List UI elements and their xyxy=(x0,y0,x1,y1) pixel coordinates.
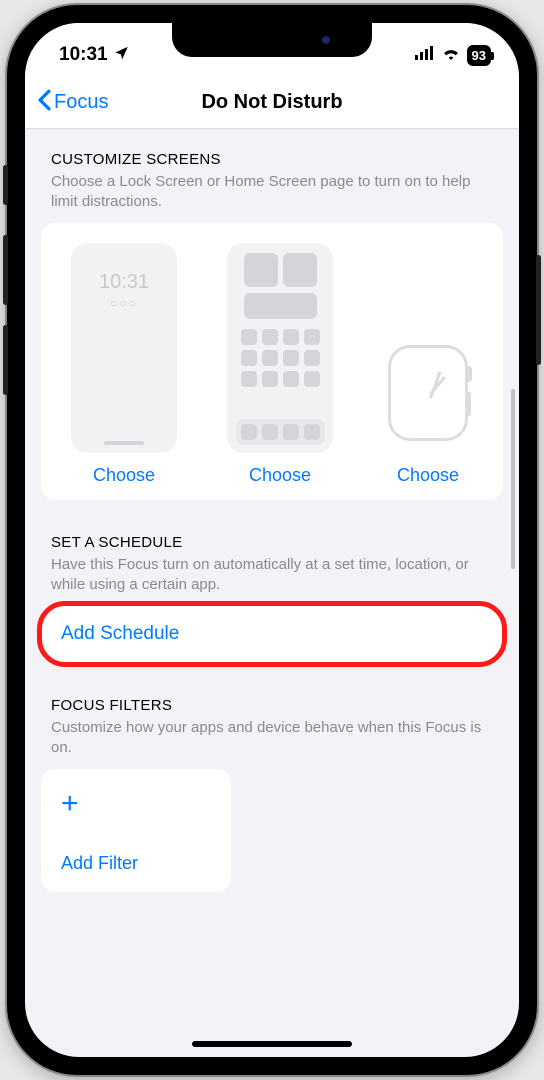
plus-icon: + xyxy=(61,789,211,819)
cellular-signal-icon xyxy=(415,46,435,65)
scroll-indicator[interactable] xyxy=(511,389,515,569)
back-label: Focus xyxy=(54,91,108,114)
screens-row: 10:31 ○○○ Choose xyxy=(49,243,495,486)
home-screen-preview[interactable] xyxy=(227,243,333,453)
schedule-desc: Have this Focus turn on automatically at… xyxy=(25,555,519,606)
watch-col: Choose xyxy=(383,339,473,486)
status-left: 10:31 xyxy=(59,44,129,66)
filters-header: FOCUS FILTERS xyxy=(25,663,519,718)
add-filter-label: Add Filter xyxy=(61,853,211,874)
lock-preview-bar xyxy=(104,441,144,445)
add-schedule-label: Add Schedule xyxy=(61,623,179,644)
customize-header: CUSTOMIZE SCREENS xyxy=(25,129,519,172)
choose-home-button[interactable]: Choose xyxy=(249,465,311,486)
status-right: 93 xyxy=(415,45,491,66)
notch xyxy=(172,23,372,57)
customize-desc: Choose a Lock Screen or Home Screen page… xyxy=(25,172,519,223)
choose-watch-button[interactable]: Choose xyxy=(397,465,459,486)
camera-dot xyxy=(322,36,330,44)
screen: 10:31 93 Focus D xyxy=(25,23,519,1057)
lock-preview-dots: ○○○ xyxy=(110,296,138,310)
page-title: Do Not Disturb xyxy=(201,91,342,114)
lock-screen-col: 10:31 ○○○ Choose xyxy=(71,243,177,486)
status-time: 10:31 xyxy=(59,44,108,66)
schedule-header: SET A SCHEDULE xyxy=(25,500,519,555)
location-arrow-icon xyxy=(114,44,129,66)
nav-bar: Focus Do Not Disturb xyxy=(25,77,519,129)
home-screen-col: Choose xyxy=(227,243,333,486)
wifi-icon xyxy=(441,46,461,65)
volume-down-button xyxy=(3,325,8,395)
lock-screen-preview[interactable]: 10:31 ○○○ xyxy=(71,243,177,453)
add-schedule-button[interactable]: Add Schedule xyxy=(41,605,503,663)
lock-preview-time: 10:31 xyxy=(99,271,149,294)
phone-frame: 10:31 93 Focus D xyxy=(7,5,537,1075)
filters-desc: Customize how your apps and device behav… xyxy=(25,718,519,769)
add-filter-button[interactable]: + Add Filter xyxy=(41,769,231,892)
chevron-left-icon xyxy=(37,89,52,117)
volume-up-button xyxy=(3,235,8,305)
mute-switch xyxy=(3,165,8,205)
battery-icon: 93 xyxy=(467,45,491,66)
choose-lock-button[interactable]: Choose xyxy=(93,465,155,486)
watch-preview[interactable] xyxy=(383,339,473,449)
home-indicator[interactable] xyxy=(192,1041,352,1047)
back-button[interactable]: Focus xyxy=(37,89,108,117)
power-button xyxy=(536,255,541,365)
customize-card: 10:31 ○○○ Choose xyxy=(41,223,503,500)
content: CUSTOMIZE SCREENS Choose a Lock Screen o… xyxy=(25,129,519,1057)
